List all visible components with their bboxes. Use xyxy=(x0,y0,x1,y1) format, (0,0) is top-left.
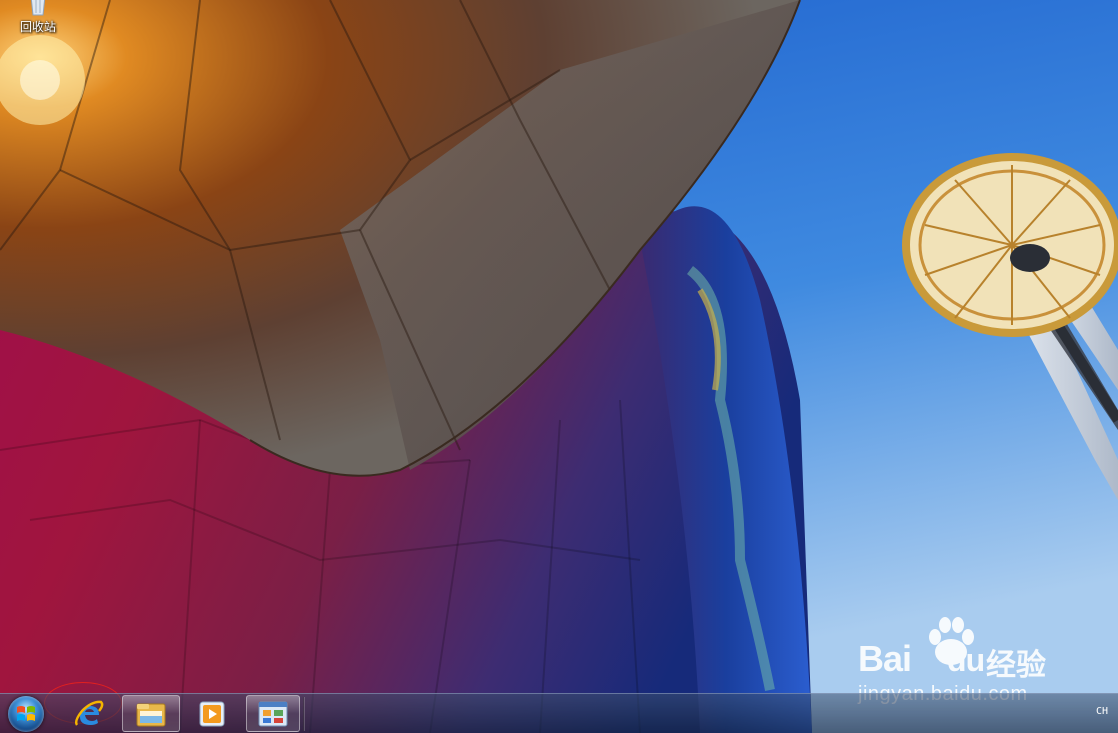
taskbar[interactable]: CH xyxy=(0,693,1118,733)
control-panel-icon xyxy=(258,701,288,726)
taskbar-media-player[interactable] xyxy=(186,695,238,732)
recycle-bin-icon xyxy=(30,0,46,16)
start-button[interactable] xyxy=(8,696,44,732)
desktop-icon-recycle-bin[interactable]: 回收站 xyxy=(8,0,68,35)
taskbar-internet-explorer[interactable] xyxy=(64,695,114,732)
media-player-icon xyxy=(199,701,225,726)
taskbar-windows-explorer[interactable] xyxy=(122,695,180,732)
desktop[interactable]: 回收站 Baidu 经验 jingyan.baidu.com xyxy=(0,0,1118,733)
taskbar-separator xyxy=(303,697,305,731)
internet-explorer-icon xyxy=(74,700,104,726)
watermark-brand: Bai du xyxy=(858,638,985,679)
windows-logo-icon xyxy=(17,706,35,721)
taskbar-control-panel[interactable] xyxy=(246,695,300,732)
language-indicator[interactable]: CH xyxy=(1096,706,1108,717)
watermark-brand-cn: 经验 xyxy=(986,648,1046,683)
folder-explorer-icon xyxy=(136,703,166,726)
desktop-icon-label: 回收站 xyxy=(19,20,56,34)
